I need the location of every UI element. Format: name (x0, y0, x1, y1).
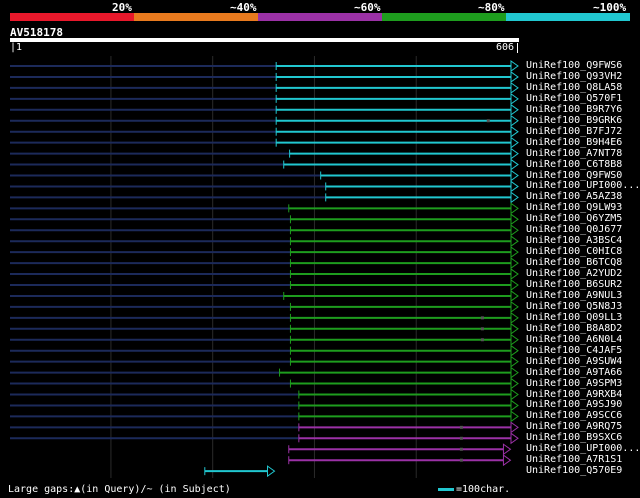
hit-arrow-icon (510, 289, 519, 302)
hit-arrow-icon (510, 268, 519, 281)
hit-label[interactable]: UniRef100_B9H4E6 (526, 137, 622, 148)
hit-label[interactable]: UniRef100_A2YUD2 (526, 268, 622, 279)
hit-label[interactable]: UniRef100_B9GRK6 (526, 115, 622, 126)
gap-marker (459, 447, 463, 451)
hit-label[interactable]: UniRef100_UPI000... (526, 180, 640, 191)
hit-label[interactable]: UniRef100_A9RXB4 (526, 389, 622, 400)
gap-marker (480, 338, 484, 342)
hit-label[interactable]: UniRef100_A9RQ75 (526, 421, 622, 432)
hit-label[interactable]: UniRef100_C0HIC8 (526, 246, 622, 257)
hit-arrow-icon (510, 432, 519, 445)
hit-arrow-icon (266, 465, 276, 478)
hit-label[interactable]: UniRef100_A9SPM3 (526, 378, 622, 389)
hit-arrow-icon (510, 388, 519, 401)
hit-arrow-icon (510, 257, 519, 270)
hit-label[interactable]: UniRef100_A7R1S1 (526, 454, 622, 465)
hit-arrow-icon (510, 377, 519, 390)
hit-arrow-icon (510, 136, 519, 149)
hit-label[interactable]: UniRef100_Q09LL3 (526, 312, 622, 323)
hit-arrow-icon (510, 92, 519, 105)
hit-arrow-icon (510, 213, 519, 226)
hit-label[interactable]: UniRef100_B6SUR2 (526, 279, 622, 290)
hit-arrow-icon (510, 81, 519, 94)
hit-arrow-icon (510, 147, 519, 160)
hit-label[interactable]: UniRef100_A5AZ38 (526, 191, 622, 202)
hit-arrow-icon (510, 224, 519, 237)
hit-label[interactable]: UniRef100_Q0J677 (526, 224, 622, 235)
gap-marker (459, 425, 463, 429)
hit-label[interactable]: UniRef100_Q570E9 (526, 465, 622, 476)
hit-arrow-icon (510, 421, 519, 434)
gap-marker (486, 119, 490, 123)
hit-arrow-icon (510, 103, 519, 116)
hit-arrow-icon (510, 235, 519, 248)
hit-arrow-icon (510, 158, 519, 171)
hit-arrow-icon (510, 202, 519, 215)
hit-label[interactable]: UniRef100_A3BSC4 (526, 235, 622, 246)
hit-label[interactable]: UniRef100_B6TCQ8 (526, 257, 622, 268)
hit-label[interactable]: UniRef100_B7FJ72 (526, 126, 622, 137)
hit-label[interactable]: UniRef100_Q570F1 (526, 93, 622, 104)
hit-label[interactable]: UniRef100_B9R7Y6 (526, 104, 622, 115)
hit-label[interactable]: UniRef100_Q6YZM5 (526, 213, 622, 224)
hit-label[interactable]: UniRef100_A9NUL3 (526, 290, 622, 301)
hit-arrow-icon (510, 410, 519, 423)
hit-label[interactable]: UniRef100_C6T8B8 (526, 159, 622, 170)
hit-arrow-icon (510, 399, 519, 412)
hit-label[interactable]: UniRef100_UPI000... (526, 443, 640, 454)
hit-arrow-icon (510, 366, 519, 379)
hit-label[interactable]: UniRef100_A6N0L4 (526, 334, 622, 345)
hit-label[interactable]: UniRef100_Q93VH2 (526, 71, 622, 82)
hit-label[interactable]: UniRef100_Q9LW93 (526, 202, 622, 213)
gap-marker (459, 458, 463, 462)
hit-arrow-icon (510, 114, 519, 127)
hit-label[interactable]: UniRef100_Q9FWS6 (526, 60, 622, 71)
hit-arrow-icon (510, 333, 519, 346)
hit-label[interactable]: UniRef100_A9SCC6 (526, 410, 622, 421)
hit-arrow-icon (510, 191, 519, 204)
gap-marker (480, 316, 484, 320)
hit-label[interactable]: UniRef100_Q9FWS0 (526, 170, 622, 181)
hit-arrow-icon (510, 322, 519, 335)
hit-label[interactable]: UniRef100_A9SUW4 (526, 356, 622, 367)
hit-label[interactable]: UniRef100_B9SXC6 (526, 432, 622, 443)
hit-label[interactable]: UniRef100_Q5N8J3 (526, 301, 622, 312)
hit-arrow-icon (510, 279, 519, 291)
hit-arrow-icon (510, 70, 519, 83)
hit-arrow-icon (502, 443, 512, 456)
hit-label[interactable]: UniRef100_C4JAF5 (526, 345, 622, 356)
hit-label[interactable]: UniRef100_A9TA66 (526, 367, 622, 378)
hit-arrow-icon (510, 355, 519, 368)
hit-arrow-icon (510, 125, 519, 138)
hit-arrow-icon (510, 169, 519, 182)
hit-arrow-icon (510, 300, 519, 313)
gap-marker (459, 436, 463, 440)
hit-label[interactable]: UniRef100_B8A8D2 (526, 323, 622, 334)
legend-label: =100char. (456, 484, 511, 495)
hit-arrow-icon (502, 454, 512, 467)
hit-arrow-icon (510, 180, 519, 193)
hit-label[interactable]: UniRef100_A7NT78 (526, 148, 622, 159)
hit-arrow-icon (510, 311, 519, 324)
hit-label[interactable]: UniRef100_A9SJ90 (526, 399, 622, 410)
hit-arrow-icon (510, 344, 519, 357)
hit-arrow-icon (510, 246, 519, 259)
legend-line-icon (438, 487, 454, 491)
hit-label[interactable]: UniRef100_Q8LA58 (526, 82, 622, 93)
gaps-legend: Large gaps:▲(in Query)/~ (in Subject) (8, 484, 231, 495)
scale-legend: =100char. (438, 484, 510, 495)
hit-arrow-icon (510, 60, 519, 72)
gap-marker (480, 327, 484, 331)
